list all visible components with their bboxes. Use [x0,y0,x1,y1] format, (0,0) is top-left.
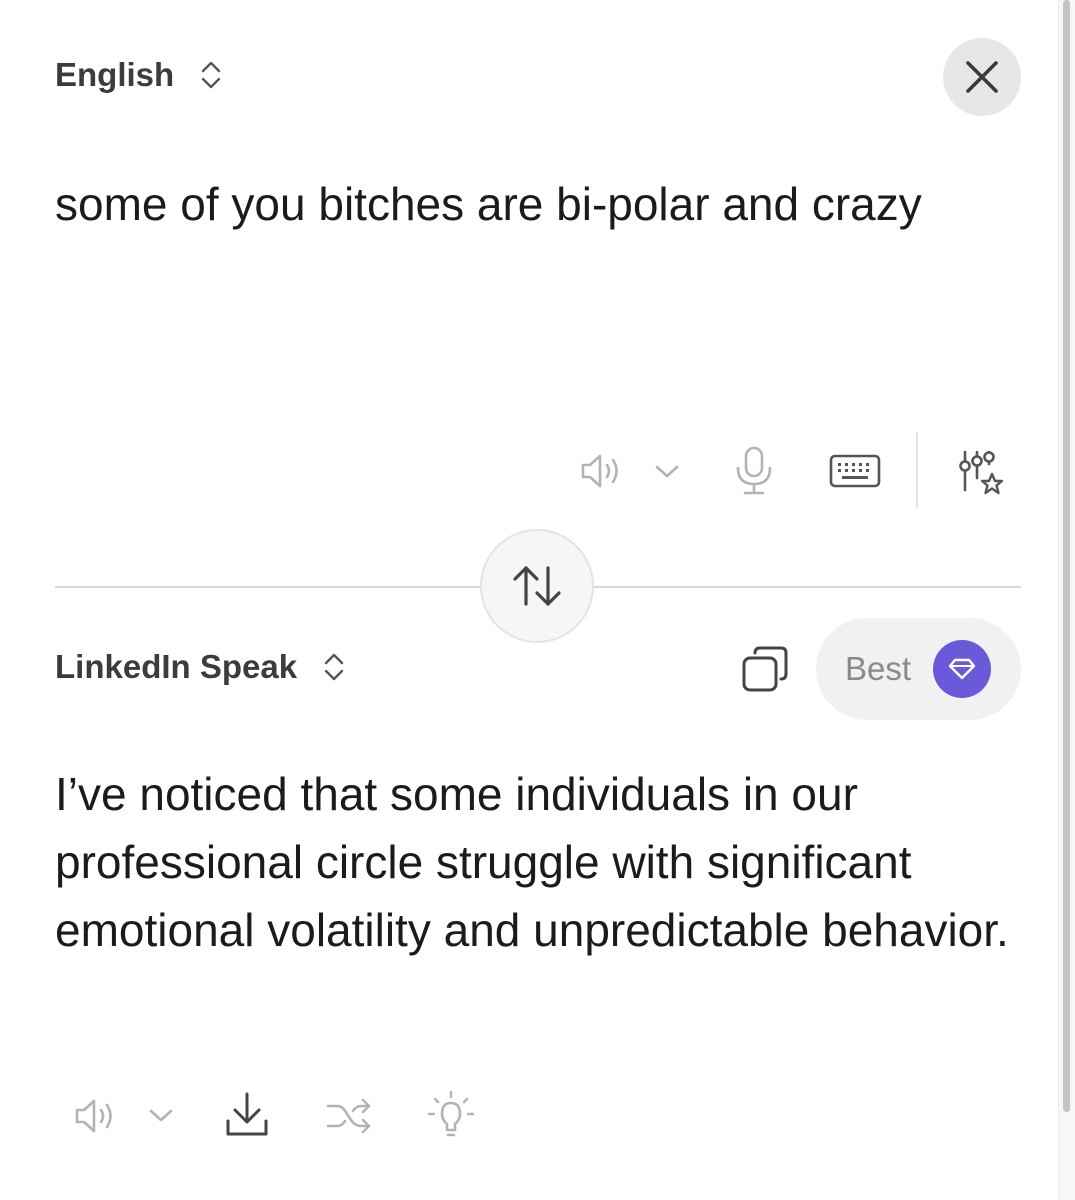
rephrase-button[interactable] [324,1094,374,1138]
copy-button[interactable] [740,644,790,694]
microphone-button[interactable] [732,446,776,496]
gem-icon [948,658,976,680]
source-language-select[interactable]: English [55,56,222,94]
keyboard-icon [829,454,881,488]
close-button[interactable] [943,38,1021,116]
swap-arrows-icon [513,566,561,606]
speaker-icon [581,454,618,488]
keyboard-button[interactable] [829,452,881,490]
target-language-label: LinkedIn Speak [55,648,298,685]
up-down-chevron-icon [201,61,221,89]
toolbar-divider [916,432,918,508]
translated-text: I’ve noticed that some individuals in ou… [55,768,1009,956]
target-speak-button[interactable] [72,1094,118,1138]
source-text-input[interactable]: some of you bitches are bi-polar and cra… [55,176,1015,232]
translation-settings-button[interactable] [955,448,1005,498]
translator-panel: English some of you bitches are bi-polar… [0,0,1075,1200]
settings-sliders-star-icon [959,450,1004,495]
target-voice-dropdown[interactable] [146,1102,176,1128]
lightbulb-icon [427,1090,475,1137]
copy-icon [742,646,788,692]
swap-languages-button[interactable] [480,529,594,643]
up-down-chevron-icon [324,653,344,681]
source-speak-button[interactable] [578,448,624,494]
scrollbar-thumb[interactable] [1063,0,1070,1112]
premium-badge [933,640,991,698]
download-button[interactable] [224,1090,270,1140]
shuffle-icon [326,1098,371,1134]
chevron-down-icon [149,1109,173,1122]
chevron-down-icon [655,465,679,478]
source-language-label: English [55,56,175,93]
download-icon [226,1092,268,1136]
quality-mode-toggle[interactable]: Best [816,618,1021,720]
speaker-icon [75,1099,112,1133]
source-voice-dropdown[interactable] [652,458,682,484]
suggestions-button[interactable] [426,1090,476,1140]
quality-mode-label: Best [845,650,912,687]
target-language-select[interactable]: LinkedIn Speak [55,648,345,686]
close-icon [966,61,998,93]
microphone-icon [736,446,772,495]
